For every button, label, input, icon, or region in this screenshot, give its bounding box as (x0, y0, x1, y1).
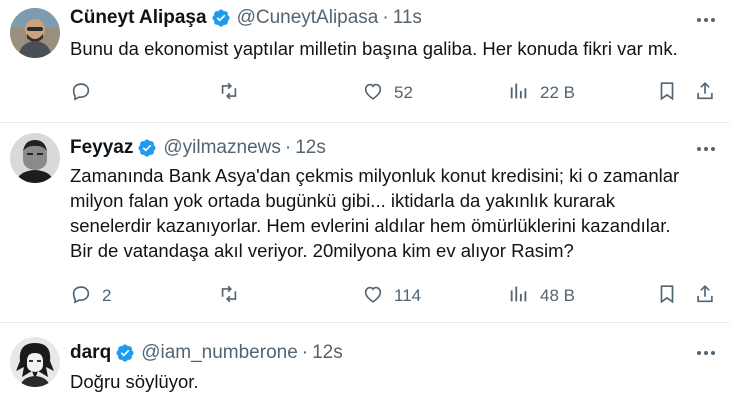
tweet-2[interactable]: Feyyaz @yilmaznews · 12s Zamanında Bank … (0, 123, 730, 321)
views-icon (508, 80, 530, 107)
retweet-button[interactable] (218, 283, 250, 309)
handle[interactable]: @CuneytAlipasa (237, 7, 379, 29)
more-icon[interactable] (694, 137, 718, 161)
action-bar: 2 114 48 B (70, 283, 720, 309)
tweet-text: Zamanında Bank Asya'dan çekmis milyonluk… (70, 165, 680, 261)
more-icon[interactable] (694, 341, 718, 365)
views-icon (508, 283, 530, 310)
avatar[interactable] (10, 337, 60, 387)
tweet-text: Doğru söylüyor. (70, 371, 199, 392)
share-icon (694, 283, 716, 310)
avatar[interactable] (10, 8, 60, 58)
display-name[interactable]: darq (70, 342, 111, 364)
views-button[interactable]: 22 B (508, 80, 575, 106)
share-icon (694, 80, 716, 107)
timestamp[interactable]: 12s (312, 342, 343, 364)
handle[interactable]: @yilmaznews (163, 137, 280, 159)
bookmark-button[interactable] (656, 283, 678, 309)
share-button[interactable] (694, 283, 716, 309)
retweet-icon (218, 80, 240, 107)
like-button[interactable]: 114 (362, 283, 421, 309)
tweet-header: Cüneyt Alipaşa @CuneytAlipasa · 11s (70, 6, 422, 30)
like-icon (362, 80, 384, 107)
tweet-3[interactable]: darq @iam_numberone · 12s Doğru söylüyor… (0, 323, 730, 420)
bookmark-icon (656, 283, 678, 310)
bookmark-icon (656, 80, 678, 107)
tweet-1[interactable]: Cüneyt Alipaşa @CuneytAlipasa · 11s Bunu… (0, 0, 730, 122)
verified-badge-icon (211, 8, 231, 28)
retweet-icon (218, 283, 240, 310)
like-count: 52 (394, 83, 413, 102)
action-bar: 52 22 B (70, 80, 720, 106)
more-icon[interactable] (694, 8, 718, 32)
views-count: 22 B (540, 83, 575, 102)
views-count: 48 B (540, 286, 575, 305)
separator-dot: · (284, 137, 292, 158)
display-name[interactable]: Cüneyt Alipaşa (70, 7, 207, 29)
retweet-button[interactable] (218, 80, 250, 106)
reply-count: 2 (102, 286, 112, 305)
views-button[interactable]: 48 B (508, 283, 575, 309)
verified-badge-icon (115, 343, 135, 363)
separator-dot: · (301, 342, 309, 363)
reply-icon (70, 80, 92, 107)
tweet-header: darq @iam_numberone · 12s (70, 341, 343, 365)
like-icon (362, 283, 384, 310)
reply-button[interactable] (70, 80, 102, 106)
bookmark-button[interactable] (656, 80, 678, 106)
tweet-header: Feyyaz @yilmaznews · 12s (70, 136, 326, 160)
share-button[interactable] (694, 80, 716, 106)
tweet-text: Bunu da ekonomist yaptılar milletin başı… (70, 38, 678, 59)
timestamp[interactable]: 11s (393, 7, 422, 29)
reply-icon (70, 283, 92, 310)
verified-badge-icon (137, 138, 157, 158)
separator-dot: · (382, 7, 389, 28)
handle[interactable]: @iam_numberone (141, 342, 298, 364)
like-button[interactable]: 52 (362, 80, 413, 106)
display-name[interactable]: Feyyaz (70, 137, 133, 159)
reply-button[interactable]: 2 (70, 283, 111, 309)
avatar[interactable] (10, 133, 60, 183)
like-count: 114 (394, 286, 422, 305)
timestamp[interactable]: 12s (295, 137, 326, 159)
